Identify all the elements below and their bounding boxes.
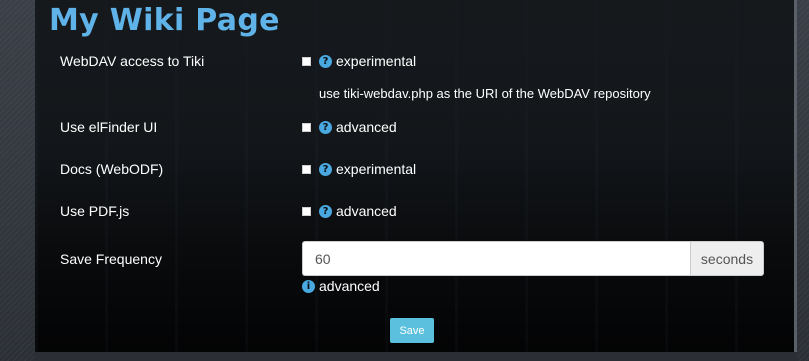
webodf-tag: experimental — [336, 161, 417, 177]
elfinder-control: ? advanced — [302, 119, 397, 135]
elfinder-tag: advanced — [336, 119, 397, 135]
pdfjs-label: Use PDF.js — [60, 203, 130, 219]
save-frequency-input[interactable] — [302, 241, 690, 276]
webodf-checkbox[interactable] — [302, 164, 311, 174]
page-title: My Wiki Page — [49, 3, 280, 38]
panel-bottom-edge — [35, 352, 797, 361]
save-frequency-label: Save Frequency — [60, 251, 162, 267]
webodf-label: Docs (WebODF) — [60, 161, 164, 177]
save-frequency-input-group: seconds — [302, 241, 764, 276]
question-circle-icon[interactable]: ? — [319, 120, 332, 134]
question-circle-icon[interactable]: ? — [319, 162, 332, 176]
info-circle-icon[interactable]: i — [302, 279, 315, 293]
pdfjs-control: ? advanced — [302, 203, 397, 219]
seconds-addon: seconds — [690, 241, 764, 276]
question-circle-icon[interactable]: ? — [319, 54, 332, 68]
save-button[interactable]: Save — [390, 318, 434, 343]
webdav-help-text: use tiki-webdav.php as the URI of the We… — [319, 86, 651, 101]
pdfjs-tag: advanced — [336, 203, 397, 219]
webdav-control: ? experimental — [302, 53, 416, 69]
elfinder-label: Use elFinder UI — [60, 119, 158, 135]
webdav-label: WebDAV access to Tiki — [60, 53, 205, 69]
elfinder-checkbox[interactable] — [302, 122, 311, 132]
main-panel: My Wiki Page WebDAV access to Tiki ? exp… — [35, 0, 797, 352]
pdfjs-checkbox[interactable] — [302, 206, 311, 216]
save-frequency-tag: advanced — [319, 278, 380, 294]
webdav-tag: experimental — [336, 53, 417, 69]
webodf-control: ? experimental — [302, 161, 416, 177]
question-circle-icon[interactable]: ? — [319, 204, 332, 218]
save-frequency-note: i advanced — [302, 278, 380, 294]
webdav-checkbox[interactable] — [302, 56, 311, 66]
